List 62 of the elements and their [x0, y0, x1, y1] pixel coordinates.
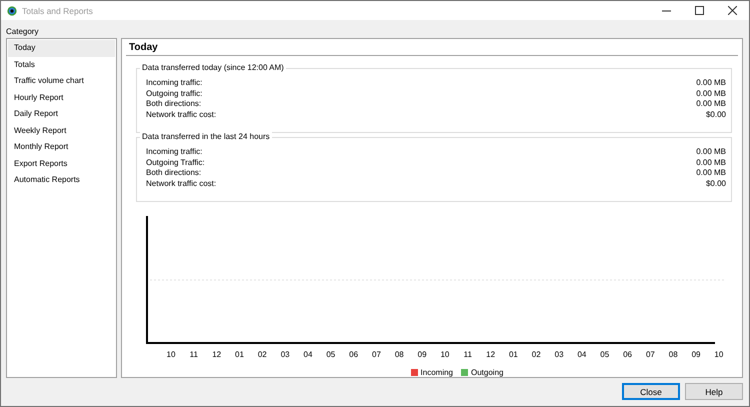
axis-label: 08 [668, 350, 679, 359]
close-icon[interactable] [728, 6, 737, 15]
category-item[interactable]: Traffic volume chart [8, 73, 115, 90]
stat-value: 0.00 MB [696, 78, 726, 88]
stat-value: 0.00 MB [696, 88, 726, 99]
stat-label: Outgoing Traffic: [146, 158, 205, 168]
axis-label: 11 [462, 350, 473, 359]
legend-label: Outgoing [471, 368, 504, 377]
maximize-icon[interactable] [695, 6, 704, 15]
group-title: Data transferred in the last 24 hours [140, 132, 272, 141]
stat-label: Incoming traffic: [146, 147, 202, 158]
stat-value: $0.00 [706, 178, 726, 189]
axis-label: 07 [371, 350, 382, 359]
app-logo-icon [7, 6, 17, 16]
axis-label: 03 [280, 350, 291, 359]
axis-label: 01 [234, 350, 245, 359]
axis-label: 09 [416, 350, 428, 359]
category-item[interactable]: Today [8, 40, 115, 56]
category-label: Category [6, 27, 38, 36]
axis-label: 04 [576, 350, 588, 359]
category-item[interactable]: Automatic Reports [8, 172, 115, 188]
window-title: Totals and Reports [22, 6, 94, 16]
stat-value: 0.00 MB [696, 147, 726, 158]
axis-label: 03 [554, 350, 565, 359]
axis-label: 07 [644, 350, 656, 359]
axis-label: 05 [599, 350, 610, 359]
category-item[interactable]: Totals [8, 56, 115, 73]
group-title: Data transferred today (since 12:00 AM) [140, 63, 286, 72]
category-item[interactable]: Hourly Report [8, 90, 115, 106]
axis-label: 01 [508, 350, 519, 359]
axis-label: 09 [690, 350, 702, 359]
axis-label: 10 [439, 350, 450, 359]
category-item[interactable]: Monthly Report [8, 139, 115, 156]
axis-label: 05 [325, 350, 336, 359]
axis-label: 11 [188, 350, 199, 359]
axis-label: 12 [211, 350, 222, 359]
axis-label: 02 [256, 350, 268, 359]
stat-value: 0.00 MB [696, 168, 726, 178]
axis-label: 10 [713, 350, 724, 359]
dialog-button[interactable]: Close [622, 383, 680, 400]
stat-value: $0.00 [706, 110, 726, 120]
axis-label: 06 [348, 350, 360, 359]
stat-value: 0.00 MB [696, 99, 726, 110]
stat-value: 0.00 MB [696, 158, 726, 168]
dialog-button[interactable]: Help [685, 383, 743, 400]
category-item[interactable]: Weekly Report [8, 122, 115, 139]
stat-label: Outgoing traffic: [146, 88, 202, 99]
axis-label: 06 [622, 350, 634, 359]
axis-label: 04 [302, 350, 314, 359]
stat-label: Incoming traffic: [146, 78, 202, 88]
axis-label: 12 [485, 350, 496, 359]
stat-label: Both directions: [146, 168, 202, 178]
panel-title: Today [129, 42, 158, 53]
category-item[interactable]: Export Reports [8, 156, 115, 172]
axis-label: 10 [166, 350, 176, 359]
axis-label: 02 [530, 350, 542, 359]
legend-label: Incoming [420, 368, 453, 377]
stat-label: Both directions: [146, 99, 202, 110]
stat-label: Network traffic cost: [146, 110, 216, 120]
category-item[interactable]: Daily Report [8, 106, 115, 122]
axis-label: 08 [394, 350, 405, 359]
stat-label: Network traffic cost: [146, 178, 216, 189]
